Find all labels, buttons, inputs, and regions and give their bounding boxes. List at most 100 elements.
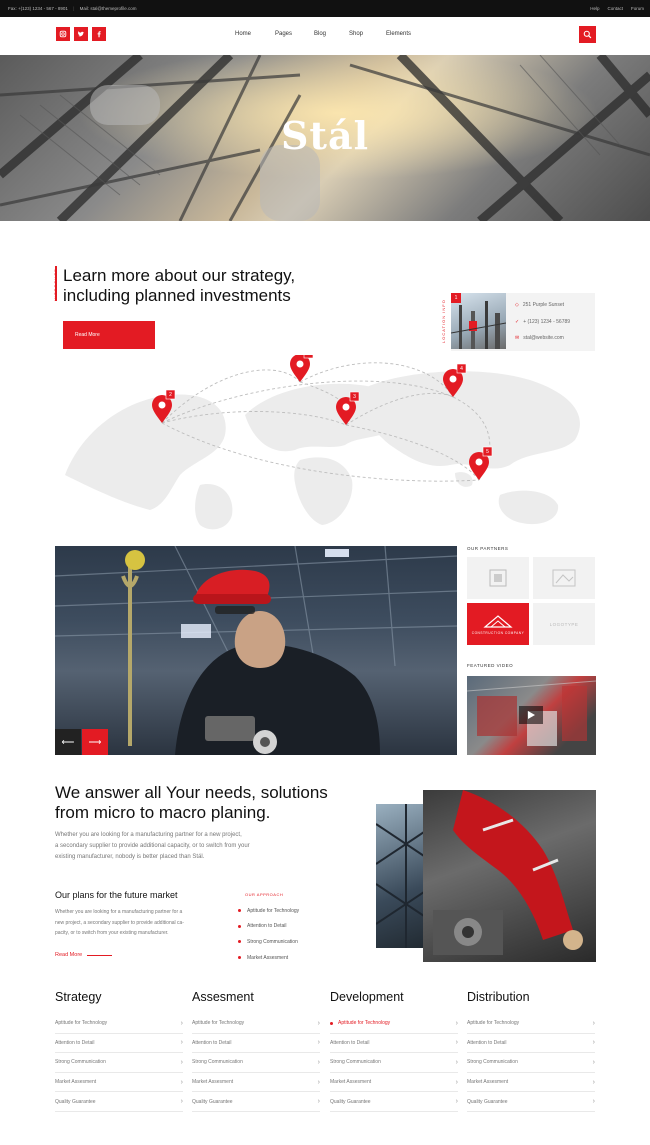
column-link[interactable]: Strong Communication ›	[192, 1053, 320, 1073]
chevron-right-icon: ›	[180, 1078, 183, 1086]
worker-photo: ⟵ ⟶	[55, 546, 457, 755]
answer-title: We answer all Your needs, solutions from…	[55, 783, 328, 822]
play-button[interactable]	[519, 706, 543, 724]
column-title: Distribution	[467, 990, 530, 1004]
column-link[interactable]: Market Assesment ›	[330, 1073, 458, 1093]
column-link[interactable]: Attention to Detail ›	[467, 1034, 595, 1054]
map-pin-1[interactable]: 1	[290, 355, 314, 382]
column-link[interactable]: Aptitude for Technology ›	[467, 1014, 595, 1034]
chevron-right-icon: ›	[455, 1039, 458, 1047]
column-link[interactable]: Strong Communication ›	[55, 1053, 183, 1073]
hero-title: Stál	[280, 113, 370, 158]
chevron-right-icon: ›	[592, 1078, 595, 1086]
location-info-vertical-label: LOCATION INFO	[441, 299, 446, 343]
chevron-right-icon: ›	[455, 1058, 458, 1066]
answer-text: Whether you are looking for a manufactur…	[55, 832, 250, 860]
site-header: Home Pages Blog Shop Elements	[0, 17, 650, 55]
column-link[interactable]: Strong Communication ›	[330, 1053, 458, 1073]
column-link[interactable]: Attention to Detail ›	[330, 1034, 458, 1054]
fax-text: Fax: +(123) 1234 - 567 - 8901	[8, 6, 68, 11]
partner-logo-4-text: LOGOTYPE	[549, 621, 579, 627]
featured-video-label: FEATURED VIDEO	[467, 663, 514, 668]
column-link[interactable]: Quality Guarantee ›	[467, 1092, 595, 1112]
svg-text:4: 4	[460, 366, 463, 372]
chevron-right-icon: ›	[180, 1058, 183, 1066]
accent-line	[55, 266, 57, 301]
envelope-icon: ✉	[515, 335, 520, 341]
featured-video-thumbnail[interactable]	[467, 676, 596, 755]
column-link[interactable]: Strong Communication ›	[467, 1053, 595, 1073]
topbar-link-contact[interactable]: Contact	[607, 6, 623, 11]
svg-text:5: 5	[486, 449, 489, 455]
nav-shop[interactable]: Shop	[349, 31, 363, 37]
column-title: Strategy	[55, 990, 102, 1004]
partner-logo-2[interactable]	[533, 557, 595, 599]
search-button[interactable]	[579, 26, 596, 43]
top-info-bar: Fax: +(123) 1234 - 567 - 8901 | Mail: st…	[0, 0, 650, 17]
chevron-right-icon: ›	[455, 1019, 458, 1027]
column-link[interactable]: Market Assesment ›	[467, 1073, 595, 1093]
topbar-link-help[interactable]: Help	[590, 6, 599, 11]
nav-blog[interactable]: Blog	[314, 31, 326, 37]
strategy-title: Learn more about our strategy, including…	[63, 266, 296, 305]
nav-home[interactable]: Home	[235, 31, 251, 37]
arrow-left-icon: ⟵	[61, 736, 75, 747]
column-link[interactable]: Market Assesment ›	[55, 1073, 183, 1093]
topbar-link-forum[interactable]: Forum	[631, 6, 644, 11]
search-icon	[583, 30, 592, 39]
svg-text:1: 1	[307, 355, 310, 357]
twitter-icon[interactable]	[74, 27, 88, 41]
address-line: ◇ 251 Purple Sunset	[515, 302, 564, 308]
svg-text:2: 2	[169, 392, 172, 398]
phone-icon: ✓	[515, 319, 520, 325]
partner-logo-4[interactable]: LOGOTYPE	[533, 603, 595, 645]
approach-item: Attention to Detail	[238, 919, 348, 935]
play-icon	[528, 711, 535, 719]
partner-featured-text: CONSTRUCTION COMPANY	[471, 630, 525, 635]
column-link[interactable]: Market Assesment ›	[192, 1073, 320, 1093]
email-line: ✉ stal@website.com	[515, 335, 564, 341]
partner-logo-featured[interactable]: CONSTRUCTION COMPANY	[467, 603, 529, 645]
world-map: 1 2 3 4 5	[65, 355, 580, 530]
partner-logo-1[interactable]	[467, 557, 529, 599]
chevron-right-icon: ›	[592, 1098, 595, 1106]
nav-elements[interactable]: Elements	[386, 31, 411, 37]
approach-item: Market Assesment	[238, 950, 348, 966]
approach-item: Aptitude for Technology	[238, 903, 348, 919]
plans-read-more-link[interactable]: Read More	[55, 952, 113, 958]
phone-line: ✓ + (123) 1234 - 56789	[515, 319, 571, 325]
partners-label: OUR PARTNERS	[467, 546, 509, 551]
column-link[interactable]: Attention to Detail ›	[55, 1034, 183, 1054]
chevron-right-icon: ›	[592, 1019, 595, 1027]
plans-text: Whether you are looking for a manufactur…	[55, 909, 184, 936]
column-strategy: Strategy Aptitude for Technology › Attent…	[55, 990, 183, 1112]
read-more-button[interactable]: Read More	[63, 321, 155, 349]
column-link[interactable]: Quality Guarantee ›	[192, 1092, 320, 1112]
column-link[interactable]: Quality Guarantee ›	[55, 1092, 183, 1112]
chevron-right-icon: ›	[455, 1078, 458, 1086]
approach-label: OUR APPROACH	[245, 892, 284, 897]
column-link-active[interactable]: Aptitude for Technology ›	[330, 1014, 458, 1034]
chevron-right-icon: ›	[592, 1058, 595, 1066]
instagram-icon[interactable]	[56, 27, 70, 41]
mechanic-photo	[423, 790, 596, 962]
column-title: Development	[330, 990, 404, 1004]
svg-text:3: 3	[353, 394, 356, 400]
hero-banner: Stál	[0, 55, 650, 221]
column-link[interactable]: Aptitude for Technology ›	[192, 1014, 320, 1034]
map-marker-icon: ◇	[515, 302, 519, 308]
column-title: Assesment	[192, 990, 254, 1004]
nav-pages[interactable]: Pages	[275, 31, 292, 37]
column-link[interactable]: Aptitude for Technology ›	[55, 1014, 183, 1034]
column-link[interactable]: Quality Guarantee ›	[330, 1092, 458, 1112]
chevron-right-icon: ›	[455, 1098, 458, 1106]
facebook-icon[interactable]	[92, 27, 106, 41]
chevron-right-icon: ›	[317, 1098, 320, 1106]
next-slide-button[interactable]: ⟶	[82, 729, 108, 755]
column-link[interactable]: Attention to Detail ›	[192, 1034, 320, 1054]
column-development: Development Aptitude for Technology › Att…	[330, 990, 458, 1112]
approach-list: Aptitude for Technology Attention to Det…	[238, 903, 348, 965]
mail-text[interactable]: Mail: stal@themeprofile.com	[80, 6, 137, 11]
prev-slide-button[interactable]: ⟵	[55, 729, 81, 755]
chevron-right-icon: ›	[317, 1078, 320, 1086]
